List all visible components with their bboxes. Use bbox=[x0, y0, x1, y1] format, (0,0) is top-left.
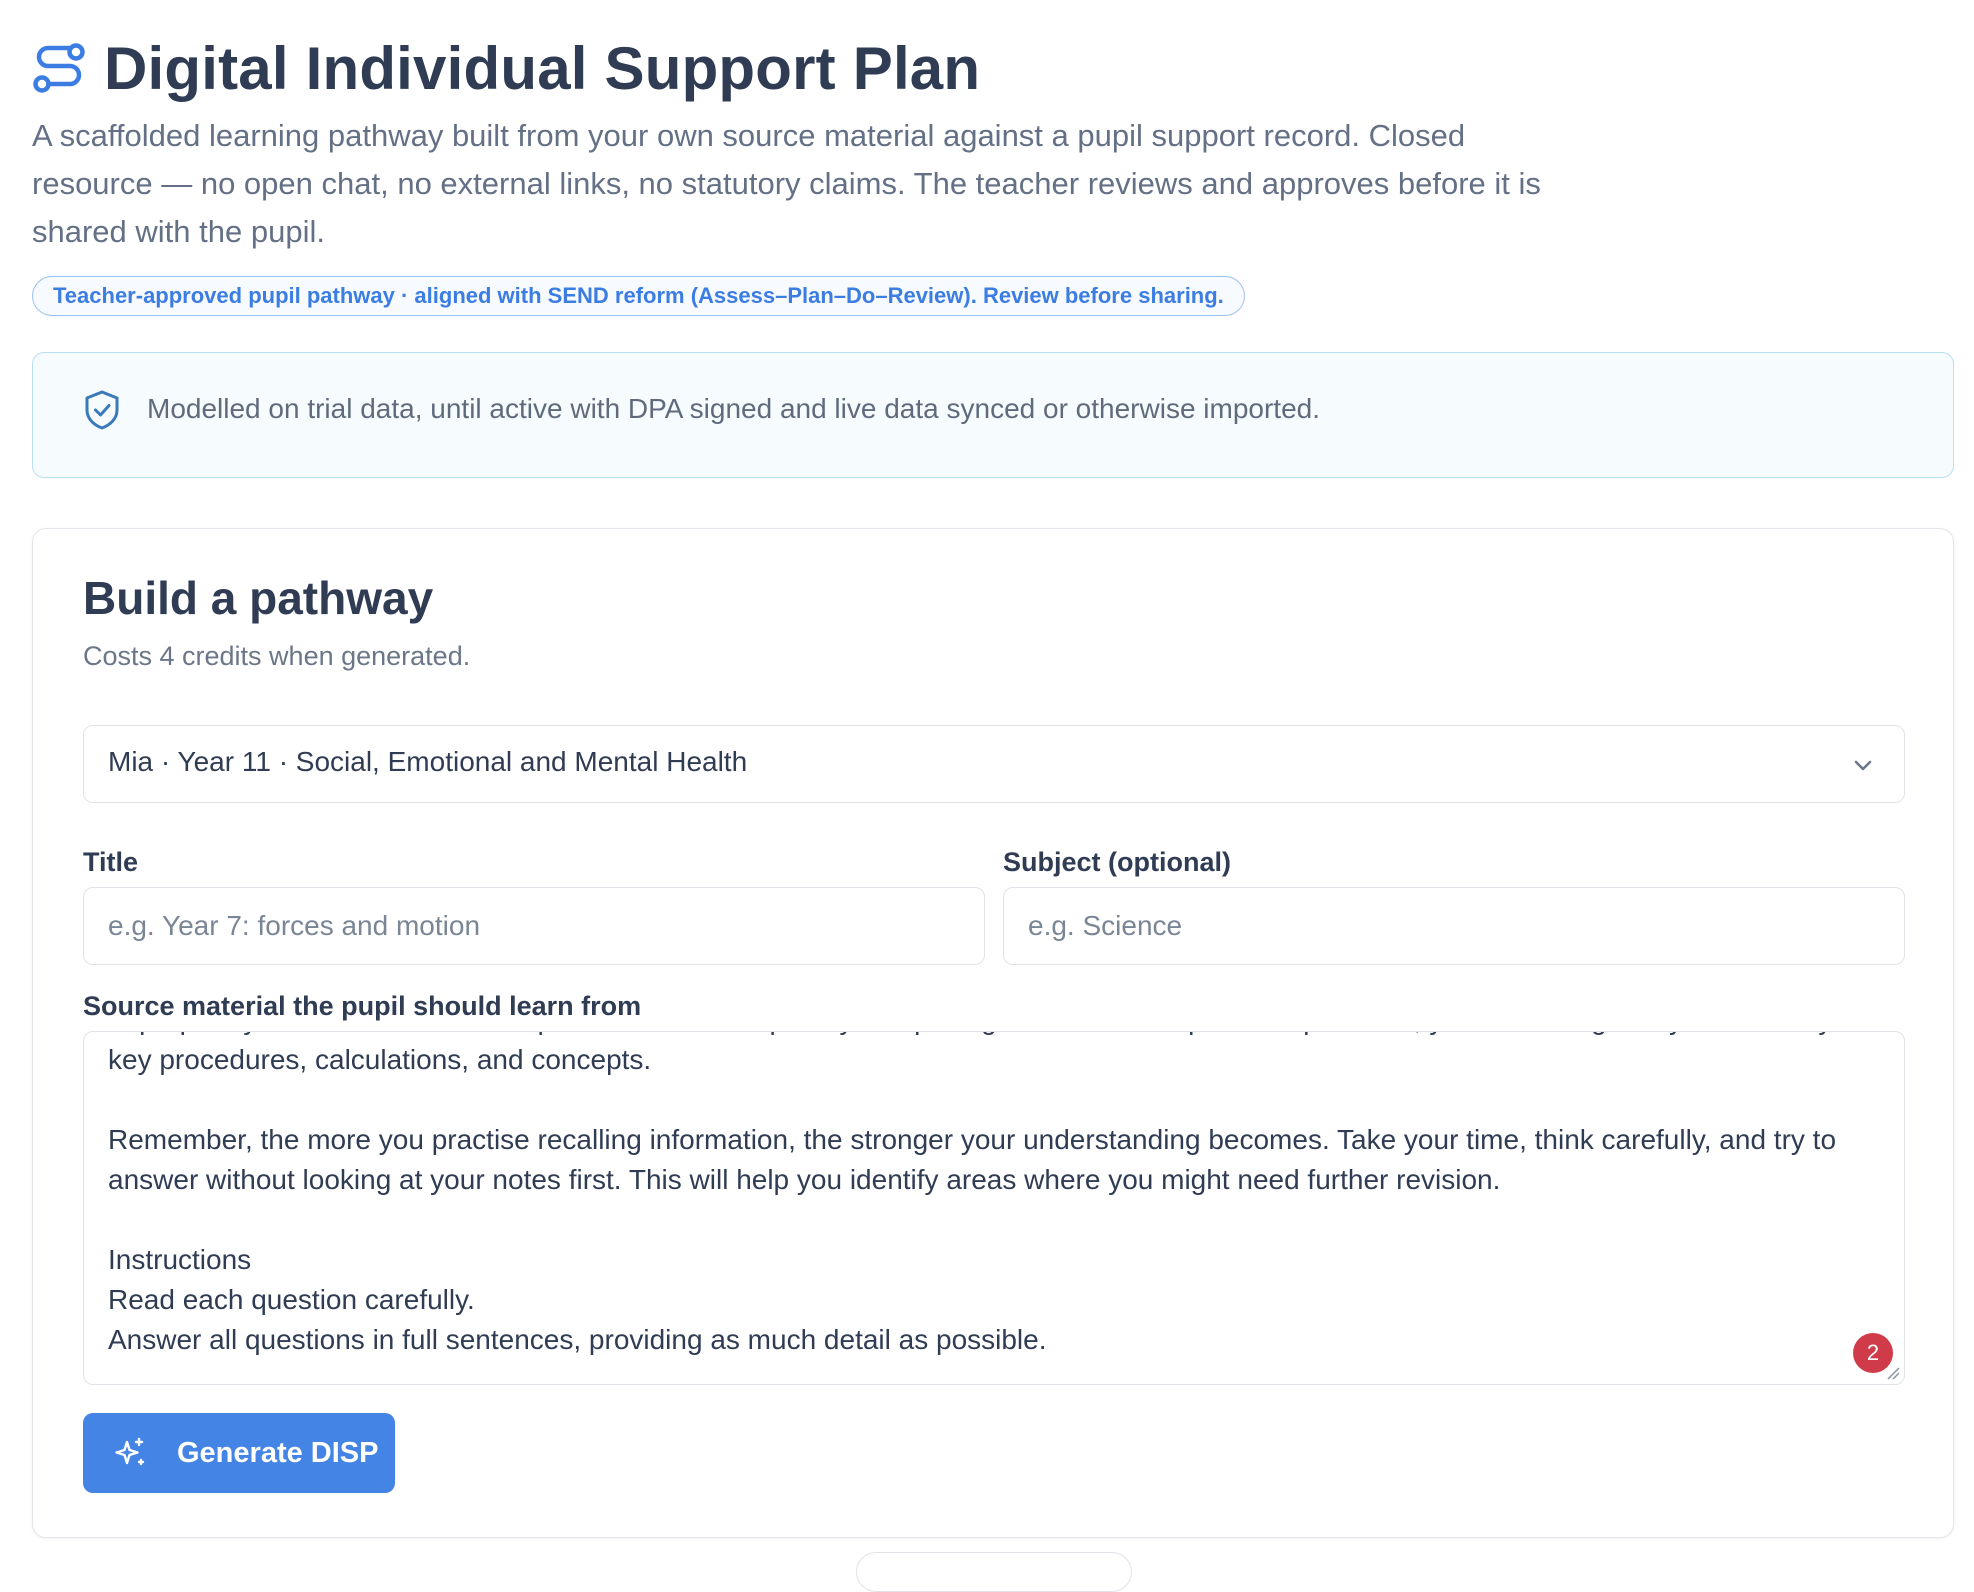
bottom-partial-control[interactable] bbox=[856, 1552, 1132, 1592]
generate-disp-button[interactable]: Generate DISP bbox=[83, 1413, 395, 1493]
build-pathway-card: Build a pathway Costs 4 credits when gen… bbox=[32, 528, 1954, 1538]
title-input[interactable] bbox=[83, 887, 985, 965]
source-material-textarea[interactable]: to prepare you for common exam questions… bbox=[83, 1031, 1905, 1385]
resize-handle-icon[interactable] bbox=[1886, 1366, 1900, 1380]
card-title: Build a pathway bbox=[83, 572, 434, 624]
sparkles-icon bbox=[115, 1437, 145, 1466]
subject-label: Subject (optional) bbox=[1003, 847, 1231, 877]
pupil-select-value: Mia · Year 11 · Social, Emotional and Me… bbox=[108, 746, 748, 777]
generate-disp-label: Generate DISP bbox=[177, 1436, 379, 1469]
title-label: Title bbox=[83, 847, 139, 877]
pupil-select[interactable]: Mia · Year 11 · Social, Emotional and Me… bbox=[83, 725, 1905, 803]
notice-text: Modelled on trial data, until active wit… bbox=[147, 393, 1321, 424]
route-icon bbox=[33, 43, 85, 93]
credit-cost-text: Costs 4 credits when generated. bbox=[83, 641, 471, 671]
notification-badge[interactable]: 2 bbox=[1853, 1333, 1893, 1373]
trial-data-notice: Modelled on trial data, until active wit… bbox=[32, 352, 1954, 478]
subject-input[interactable] bbox=[1003, 887, 1905, 965]
source-material-text: to prepare you for common exam questions… bbox=[108, 1032, 1864, 1355]
shield-check-icon bbox=[85, 390, 119, 430]
chevron-down-icon bbox=[1854, 760, 1872, 771]
page-header: Digital Individual Support Plan bbox=[32, 32, 980, 104]
source-material-label: Source material the pupil should learn f… bbox=[83, 991, 642, 1021]
page-title: Digital Individual Support Plan bbox=[104, 34, 981, 102]
page-description: A scaffolded learning pathway built from… bbox=[32, 118, 1541, 249]
approval-pill: Teacher-approved pupil pathway · aligned… bbox=[32, 276, 1245, 316]
